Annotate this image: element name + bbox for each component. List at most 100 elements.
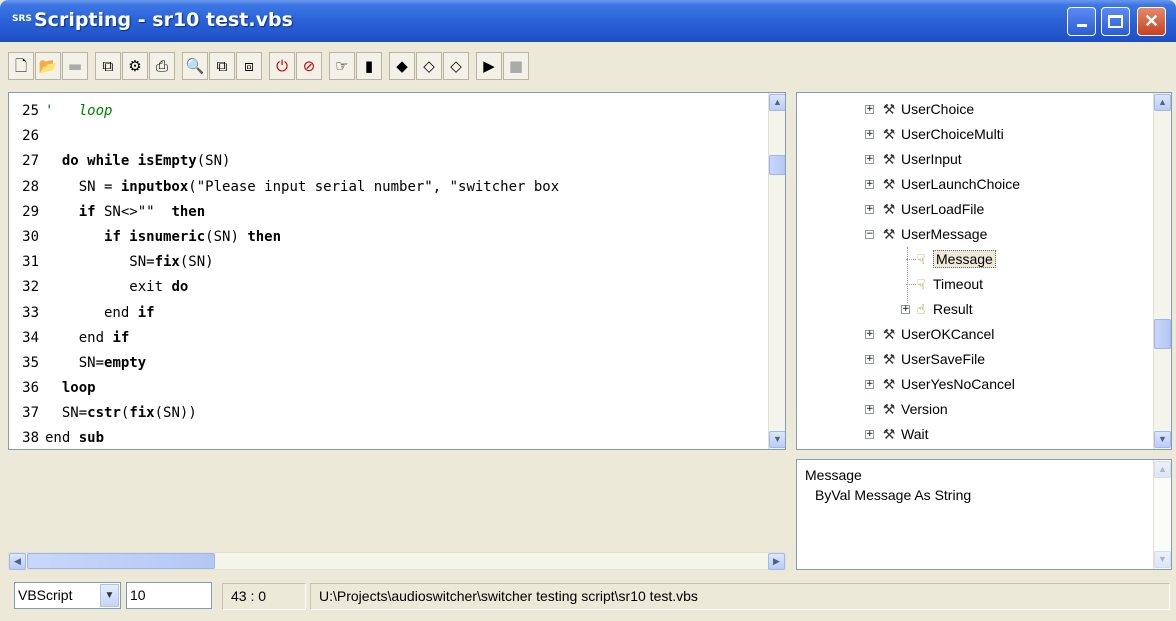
print-button[interactable]: ⎙ — [149, 52, 175, 80]
tree-vscroll-thumb[interactable] — [1154, 319, 1171, 349]
bookmark-button[interactable]: ◆ — [389, 52, 415, 80]
close-button[interactable]: ✕ — [1137, 7, 1166, 36]
stop-disabled-button[interactable]: ■ — [503, 52, 529, 80]
title-bar[interactable]: SRS Scripting - sr10 test.vbs ✕ — [0, 0, 1176, 42]
new-file-button[interactable]: 🗋 — [8, 52, 34, 80]
code-line[interactable]: 25 ' loop — [9, 99, 761, 124]
expand-icon[interactable]: + — [901, 305, 910, 314]
expand-icon[interactable]: + — [865, 355, 874, 364]
tree-item-label: Version — [901, 401, 948, 417]
code-line[interactable]: 36 loop — [9, 376, 761, 401]
code-line[interactable]: 31 SN=fix(SN) — [9, 250, 761, 275]
scroll-up-arrow-icon[interactable]: ▲ — [769, 94, 785, 111]
line-number: 27 — [22, 153, 39, 170]
chevron-down-icon[interactable]: ▼ — [100, 584, 119, 607]
scroll-right-arrow-icon[interactable]: ▶ — [768, 553, 785, 570]
properties-button[interactable]: ⚙ — [122, 52, 148, 80]
editor-vscroll-thumb[interactable] — [769, 155, 785, 175]
object-browser-tree[interactable]: + ⚒ UserChoice + ⚒ UserChoiceMulti + ⚒ UserInput… — [796, 92, 1172, 450]
save-disabled-button[interactable]: ▬ — [62, 52, 88, 80]
numeric-field[interactable]: 10 — [126, 582, 212, 609]
status-bar: VBScript ▼ 10 43 : 0 U:\Projects\audiosw… — [0, 577, 1176, 621]
language-select-value: VBScript — [18, 587, 73, 603]
code-text: ("Please input serial number", "switcher… — [188, 178, 560, 195]
run-to-button[interactable]: ☞ — [329, 52, 355, 80]
save-disabled-icon: ▬ — [67, 57, 83, 75]
expand-icon[interactable]: + — [865, 180, 874, 189]
line-number: 30 — [22, 228, 39, 245]
expand-icon[interactable]: + — [865, 430, 874, 439]
code-comment: loop — [78, 103, 113, 119]
find-next-button[interactable]: ⧉ — [209, 52, 235, 80]
chart-button[interactable]: ▮ — [356, 52, 382, 80]
code-line[interactable]: 30 if isnumeric(SN) then — [9, 225, 761, 250]
code-line[interactable]: 37 SN=cstr(fix(SN)) — [9, 401, 761, 426]
scroll-left-arrow-icon[interactable]: ◀ — [9, 553, 26, 570]
expand-icon[interactable]: + — [865, 380, 874, 389]
tree-scroll-up-arrow-icon[interactable]: ▲ — [1154, 94, 1171, 111]
collapse-icon[interactable]: − — [865, 230, 874, 239]
copy-button[interactable]: ⧉ — [95, 52, 121, 80]
tree-item-message[interactable]: ☟ Message — [913, 247, 996, 272]
tree-item-userchoicemulti[interactable]: ⚒ UserChoiceMulti — [881, 122, 1004, 147]
code-line[interactable]: 28 SN = inputbox("Please input serial nu… — [9, 175, 761, 200]
tree-item-version[interactable]: ⚒ Version — [881, 397, 948, 422]
open-folder-button[interactable]: 📂 — [35, 52, 61, 80]
tree-scroll-down-arrow-icon[interactable]: ▼ — [1154, 431, 1171, 448]
description-scrollbar[interactable]: ▲ ▼ — [1153, 460, 1171, 569]
tree-vertical-scrollbar[interactable]: ▲ ▼ — [1153, 93, 1171, 449]
code-line[interactable]: 29 if SN<>"" then — [9, 200, 761, 225]
tree-item-userchoice[interactable]: ⚒ UserChoice — [881, 97, 974, 122]
code-line[interactable]: 27 do while isEmpty(SN) — [9, 149, 761, 174]
expand-icon[interactable]: + — [865, 330, 874, 339]
object-icon: ⚒ — [882, 402, 896, 418]
expand-icon[interactable]: + — [865, 155, 874, 164]
scroll-down-arrow-icon[interactable]: ▼ — [769, 431, 785, 448]
stop-red-button[interactable]: ⏻ — [269, 52, 295, 80]
maximize-button[interactable] — [1101, 7, 1130, 36]
code-text: end — [45, 430, 79, 447]
tree-item-usermessage[interactable]: ⚒ UserMessage — [881, 222, 988, 247]
replace-button[interactable]: ⧈ — [236, 52, 262, 80]
code-line[interactable]: 35 SN=empty — [9, 351, 761, 376]
code-lines[interactable]: 25 ' loop 26 27 do while isEmpty(SN) 28 SN =… — [9, 99, 761, 449]
clear-bookmark-button[interactable]: ◇ — [416, 52, 442, 80]
maximize-icon — [1108, 15, 1123, 28]
tree-item-userinput[interactable]: ⚒ UserInput — [881, 147, 962, 172]
tree-item-timeout[interactable]: ☟ Timeout — [913, 272, 983, 297]
code-line[interactable]: 38 end sub — [9, 426, 761, 449]
editor-hscroll-thumb[interactable] — [27, 553, 215, 569]
editor-horizontal-scrollbar[interactable]: ◀ ▶ — [8, 552, 786, 570]
object-icon: ⚒ — [882, 102, 896, 118]
tree-item-useryesnocancel[interactable]: ⚒ UserYesNoCancel — [881, 372, 1015, 397]
code-line[interactable]: 33 end if — [9, 301, 761, 326]
editor-vertical-scrollbar[interactable]: ▲ ▼ — [768, 93, 785, 449]
tree-item-label: Message — [933, 250, 996, 268]
break-red-icon: ⊘ — [302, 57, 316, 75]
code-line[interactable]: 26 — [9, 124, 761, 149]
tree-item-usersavefile[interactable]: ⚒ UserSaveFile — [881, 347, 985, 372]
tree-item-userloadfile[interactable]: ⚒ UserLoadFile — [881, 197, 985, 222]
run-button[interactable]: ▶ — [476, 52, 502, 80]
break-red-button[interactable]: ⊘ — [296, 52, 322, 80]
desc-scroll-down-arrow-icon[interactable]: ▼ — [1154, 551, 1171, 568]
desc-scroll-up-arrow-icon[interactable]: ▲ — [1154, 461, 1171, 478]
object-icon: ⚒ — [882, 152, 896, 168]
code-text: (SN) — [205, 228, 248, 245]
code-line[interactable]: 32 exit do — [9, 275, 761, 300]
diamond-outline-button[interactable]: ◇ — [443, 52, 469, 80]
minimize-button[interactable] — [1067, 7, 1096, 36]
tree-item-result[interactable]: ☝ Result — [913, 297, 973, 322]
code-line[interactable]: 34 end if — [9, 326, 761, 351]
expand-icon[interactable]: + — [865, 105, 874, 114]
code-editor[interactable]: 25 ' loop 26 27 do while isEmpty(SN) 28 SN =… — [8, 92, 786, 450]
expand-icon[interactable]: + — [865, 130, 874, 139]
language-select[interactable]: VBScript ▼ — [14, 582, 121, 609]
find-button[interactable]: 🔍 — [182, 52, 208, 80]
tree-item-wait[interactable]: ⚒ Wait — [881, 422, 929, 447]
expand-icon[interactable]: + — [865, 405, 874, 414]
expand-icon[interactable]: + — [865, 205, 874, 214]
tree-item-userokcancel[interactable]: ⚒ UserOKCancel — [881, 322, 995, 347]
tree-item-userlaunchchoice[interactable]: ⚒ UserLaunchChoice — [881, 172, 1020, 197]
